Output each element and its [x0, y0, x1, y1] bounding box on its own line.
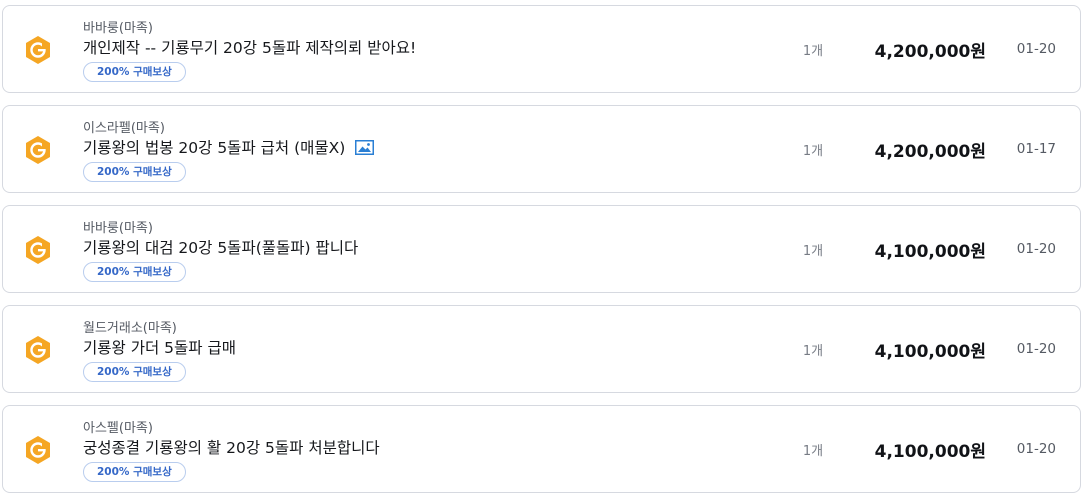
- reward-badge: 200% 구매보상: [83, 162, 186, 182]
- price: 4,200,000원: [874, 42, 986, 62]
- price: 4,100,000원: [874, 442, 986, 462]
- game-money-badge-icon: [26, 36, 50, 64]
- price: 4,100,000원: [874, 242, 986, 262]
- reward-badge: 200% 구매보상: [83, 262, 186, 282]
- listing-list: 바바룽(마족) 개인제작 -- 기룡무기 20강 5돌파 제작의뢰 받아요! 2…: [0, 0, 1086, 504]
- seller-name: 바바룽(마족): [83, 21, 153, 36]
- reward-badge: 200% 구매보상: [83, 362, 186, 382]
- quantity: 1개: [802, 444, 824, 459]
- listing-title[interactable]: 개인제작 -- 기룡무기 20강 5돌파 제작의뢰 받아요!: [83, 36, 416, 58]
- price: 4,200,000원: [874, 142, 986, 162]
- quantity: 1개: [802, 344, 824, 359]
- seller-name: 월드거래소(마족): [83, 321, 177, 336]
- quantity: 1개: [802, 144, 824, 159]
- quantity: 1개: [802, 244, 824, 259]
- listing-title[interactable]: 기룡왕 가더 5돌파 급매: [83, 336, 236, 358]
- date: 01-20: [1016, 341, 1056, 357]
- date: 01-20: [1016, 241, 1056, 257]
- seller-name: 이스라펠(마족): [83, 121, 165, 136]
- game-money-badge-icon: [26, 436, 50, 464]
- listing-title[interactable]: 기룡왕의 법봉 20강 5돌파 급처 (매물X): [83, 136, 375, 158]
- date: 01-20: [1016, 41, 1056, 57]
- listing-card[interactable]: 바바룽(마족) 개인제작 -- 기룡무기 20강 5돌파 제작의뢰 받아요! 2…: [2, 5, 1081, 93]
- game-money-badge-icon: [26, 336, 50, 364]
- price: 4,100,000원: [874, 342, 986, 362]
- quantity: 1개: [802, 44, 824, 59]
- seller-name: 바바룽(마족): [83, 221, 153, 236]
- reward-badge: 200% 구매보상: [83, 462, 186, 482]
- listing-card[interactable]: 아스펠(마족) 궁성종결 기룡왕의 활 20강 5돌파 처분합니다 200% 구…: [2, 405, 1081, 493]
- date: 01-20: [1016, 441, 1056, 457]
- image-attachment-icon: [355, 139, 375, 155]
- listing-title[interactable]: 기룡왕의 대검 20강 5돌파(풀돌파) 팝니다: [83, 236, 358, 258]
- listing-card[interactable]: 이스라펠(마족) 기룡왕의 법봉 20강 5돌파 급처 (매물X) 200% 구…: [2, 105, 1081, 193]
- game-money-badge-icon: [26, 136, 50, 164]
- date: 01-17: [1016, 141, 1056, 157]
- listing-card[interactable]: 월드거래소(마족) 기룡왕 가더 5돌파 급매 200% 구매보상 1개 4,1…: [2, 305, 1081, 393]
- reward-badge: 200% 구매보상: [83, 62, 186, 82]
- seller-name: 아스펠(마족): [83, 421, 153, 436]
- game-money-badge-icon: [26, 236, 50, 264]
- listing-title[interactable]: 궁성종결 기룡왕의 활 20강 5돌파 처분합니다: [83, 436, 380, 458]
- listing-card[interactable]: 바바룽(마족) 기룡왕의 대검 20강 5돌파(풀돌파) 팝니다 200% 구매…: [2, 205, 1081, 293]
